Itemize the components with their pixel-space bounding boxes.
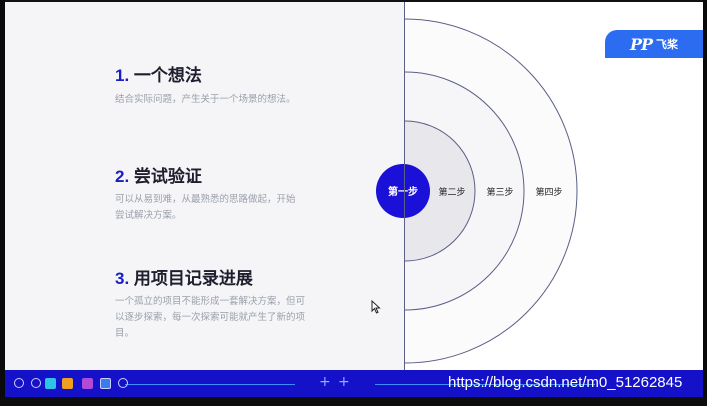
step-1-number: 1. [115, 66, 130, 85]
label-step-two: 第二步 [438, 186, 465, 198]
step-3-description: 一个孤立的项目不能形成一套解决方案，但可 以逐步探索，每一次探索可能就产生了新的… [115, 294, 345, 342]
step-1-title: 1. 一个想法 [115, 61, 202, 86]
step-2-description: 可以从易到难，从最熟悉的思路做起，开始 尝试解决方案。 [115, 192, 345, 224]
zoom-icon[interactable] [118, 378, 128, 388]
add-icon[interactable]: + [338, 375, 350, 389]
step-3-title-text: 用项目记录进展 [133, 269, 253, 288]
step-3-desc-line: 一个孤立的项目不能形成一套解决方案，但可 [115, 296, 306, 307]
next-icon[interactable] [31, 378, 41, 388]
step-3-title: 3. 用项目记录进展 [115, 264, 253, 289]
label-step-one: 第一步 [388, 185, 418, 198]
logo-text: 飞桨 [656, 38, 679, 51]
pen-icon[interactable] [62, 378, 73, 389]
paddlepaddle-logo: PP 飞桨 [605, 30, 703, 58]
step-1-description: 结合实际问题，产生关于一个场景的想法。 [115, 92, 345, 108]
window-bottom-edge [0, 397, 707, 406]
step-2-desc-line: 可以从易到难，从最熟悉的思路做起，开始 [115, 194, 296, 205]
mouse-cursor-icon [371, 300, 381, 314]
step-2-desc-line: 尝试解决方案。 [115, 210, 182, 221]
prev-icon[interactable] [14, 378, 24, 388]
step-3-number: 3. [115, 269, 130, 288]
window-right-edge [703, 0, 707, 406]
slide-divider [404, 2, 405, 370]
csdn-watermark: https://blog.csdn.net/m0_51262845 [448, 374, 683, 391]
step-3-desc-line: 以逐步探索，每一次探索可能就产生了新的项 [115, 312, 306, 323]
add-icon[interactable]: + [319, 375, 331, 389]
marker-icon[interactable] [82, 378, 93, 389]
screen-icon[interactable] [100, 378, 111, 389]
canvas-icon[interactable] [45, 378, 56, 389]
presentation-slide: 第一步 第二步 第三步 第四步 PP 飞桨 1. 一个想法 结合实际问题，产生关… [5, 2, 703, 370]
label-step-four: 第四步 [535, 186, 562, 198]
step-3-desc-line: 目。 [115, 328, 135, 339]
toolbar-progress-line [125, 384, 295, 385]
paddle-logo-icon: PP [629, 34, 653, 54]
step-2-number: 2. [115, 167, 130, 186]
step-2-title-text: 尝试验证 [133, 167, 202, 186]
label-step-three: 第三步 [486, 186, 513, 198]
step-circles-diagram: 第一步 第二步 第三步 第四步 [376, 18, 578, 364]
step-2-title: 2. 尝试验证 [115, 162, 202, 187]
step-1-title-text: 一个想法 [133, 66, 202, 85]
step-1-desc-line: 结合实际问题，产生关于一个场景的想法。 [115, 94, 296, 105]
